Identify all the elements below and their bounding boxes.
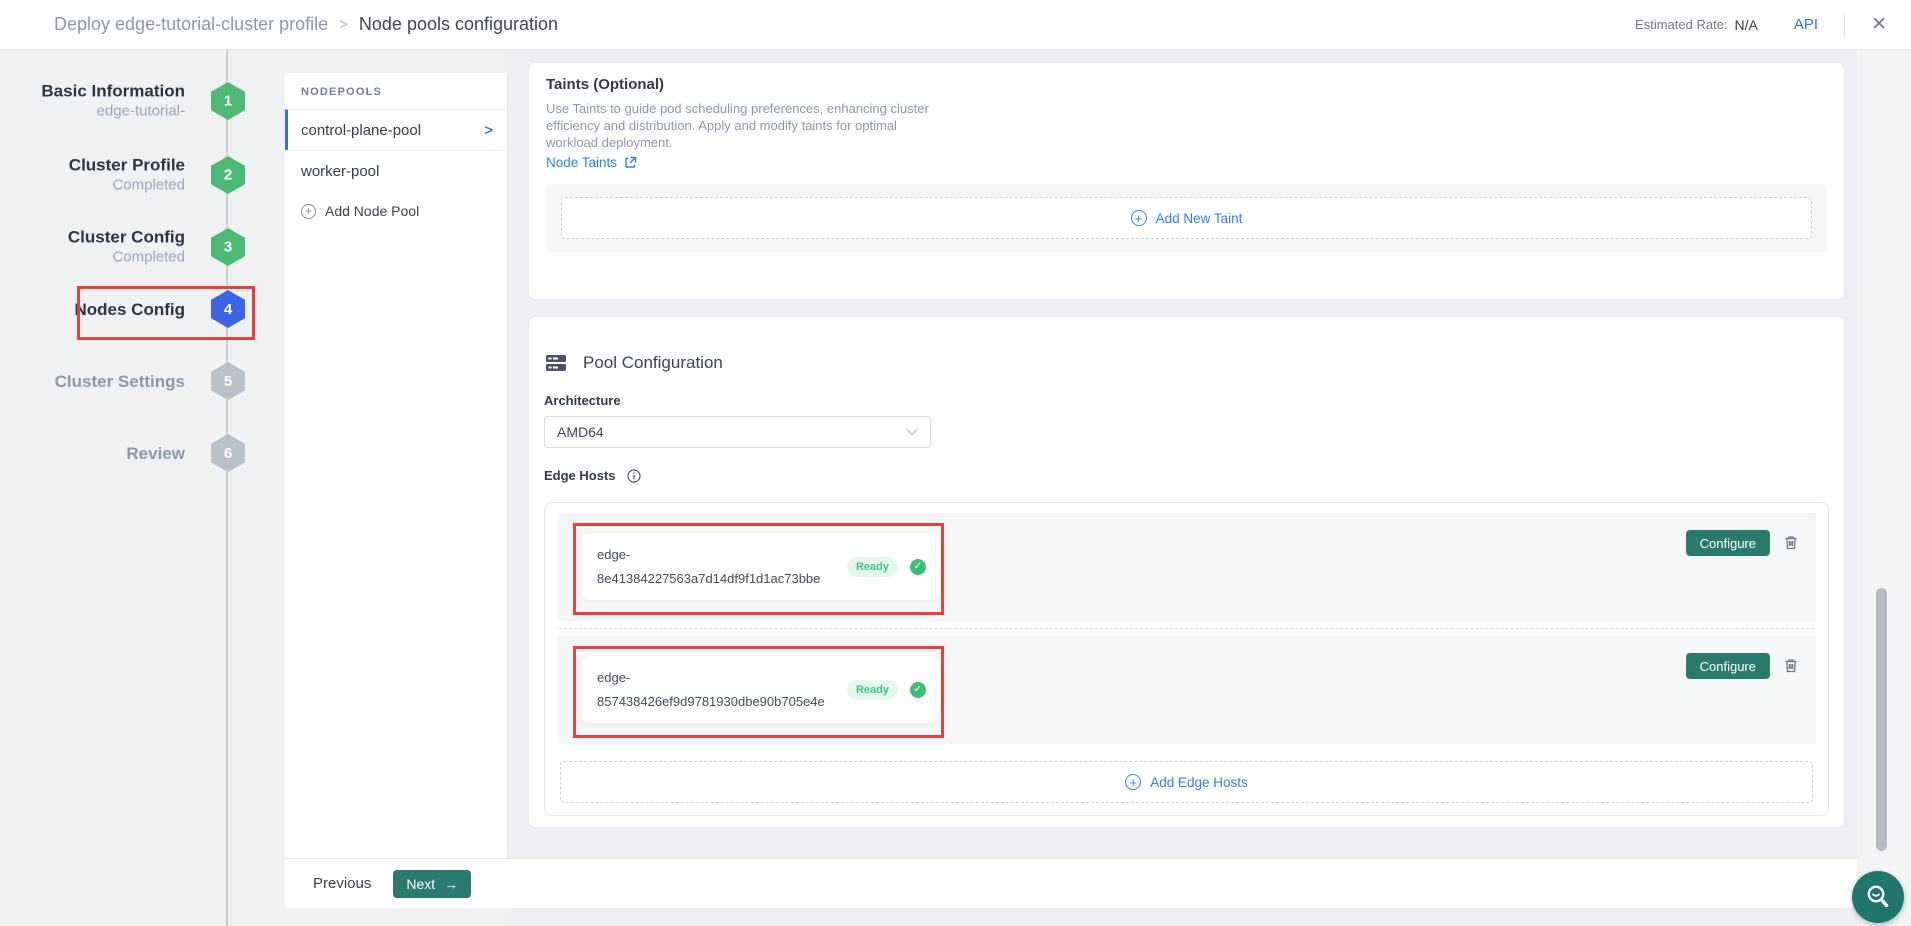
architecture-label: Architecture [544, 393, 1829, 408]
architecture-value: AMD64 [557, 424, 604, 440]
edge-host-row: edge- 857438426ef9d9781930dbe90b705e4e R… [557, 636, 1816, 744]
step-number-badge: 1 [211, 82, 245, 120]
nodepool-label: control-plane-pool [301, 122, 421, 139]
taints-card: Taints (Optional) Use Taints to guide po… [528, 62, 1845, 300]
edge-host-select[interactable]: edge- 857438426ef9d9781930dbe90b705e4e R… [581, 655, 940, 724]
estimated-rate-value: N/A [1735, 17, 1758, 33]
nodepools-panel: NODEPOOLS control-plane-pool > worker-po… [285, 73, 508, 858]
pool-configuration-card: Pool Configuration Architecture AMD64 Ed… [528, 316, 1845, 828]
configure-button[interactable]: Configure [1686, 530, 1770, 556]
status-badge: Ready [847, 557, 898, 577]
arrow-right-icon: → [444, 876, 458, 892]
step-title: Review [126, 443, 185, 464]
chevron-right-icon: > [484, 122, 493, 139]
node-taints-link[interactable]: Node Taints [546, 155, 637, 170]
wizard-stepper: Basic Information edge-tutorial- 1 Clust… [0, 50, 285, 926]
add-new-taint-label: Add New Taint [1156, 211, 1243, 226]
breadcrumb-profile[interactable]: Deploy edge-tutorial-cluster profile [54, 14, 328, 35]
host-row-divider [559, 628, 1814, 629]
step-title: Basic Information [41, 81, 185, 102]
breadcrumb-separator-icon: > [339, 16, 348, 33]
support-chat-button[interactable] [1852, 871, 1904, 923]
step-nodes-config[interactable]: Nodes Config 4 [75, 290, 246, 328]
magnifier-smile-icon [1863, 882, 1893, 912]
step-basic-information[interactable]: Basic Information edge-tutorial- 1 [41, 81, 245, 122]
trash-icon[interactable] [1784, 535, 1798, 550]
step-number-badge: 4 [211, 290, 245, 328]
step-number-badge: 6 [211, 434, 245, 472]
pool-configuration-header: Pool Configuration [544, 351, 1829, 375]
step-cluster-config[interactable]: Cluster Config Completed 3 [68, 227, 245, 268]
nodepool-item-worker-pool[interactable]: worker-pool [285, 150, 507, 191]
header-divider [1844, 12, 1845, 38]
architecture-select[interactable]: AMD64 [544, 416, 931, 448]
previous-button[interactable]: Previous [313, 875, 371, 892]
trash-icon[interactable] [1784, 658, 1798, 673]
edge-host-name: edge- 8e41384227563a7d14df9f1d1ac73bbe [597, 543, 820, 591]
estimated-rate-label: Estimated Rate: [1635, 17, 1728, 32]
add-edge-hosts-button[interactable]: + Add Edge Hosts [560, 761, 1813, 803]
edge-hosts-container: edge- 8e41384227563a7d14df9f1d1ac73bbe R… [544, 502, 1829, 816]
status-badge: Ready [847, 680, 898, 700]
nodepool-label: worker-pool [301, 163, 379, 180]
taints-empty-area: + Add New Taint [546, 184, 1827, 252]
close-icon[interactable]: ✕ [1871, 15, 1887, 34]
step-title: Cluster Settings [55, 371, 185, 392]
add-new-taint-button[interactable]: + Add New Taint [561, 197, 1812, 239]
pool-configuration-title: Pool Configuration [583, 353, 723, 373]
breadcrumb: Deploy edge-tutorial-cluster profile > N… [54, 14, 558, 35]
edge-host-row: edge- 8e41384227563a7d14df9f1d1ac73bbe R… [557, 513, 1816, 621]
external-link-icon [624, 156, 637, 169]
step-number-badge: 2 [211, 156, 245, 194]
edge-host-name: edge- 857438426ef9d9781930dbe90b705e4e [597, 666, 825, 714]
step-number-badge: 5 [211, 362, 245, 400]
vertical-scrollbar[interactable] [1876, 588, 1887, 851]
step-title: Cluster Config [68, 227, 185, 248]
annotation-box-edge-host-2: edge- 857438426ef9d9781930dbe90b705e4e R… [573, 646, 944, 738]
step-subtitle: Completed [69, 176, 185, 196]
add-node-pool-button[interactable]: + Add Node Pool [285, 191, 507, 231]
check-circle-icon: ✓ [910, 559, 926, 575]
next-button[interactable]: Next → [393, 870, 471, 898]
api-link[interactable]: API [1794, 16, 1818, 33]
configure-button[interactable]: Configure [1686, 653, 1770, 679]
server-icon [544, 351, 568, 375]
nodepools-heading: NODEPOOLS [285, 73, 507, 109]
step-title: Cluster Profile [69, 155, 185, 176]
plus-circle-icon: + [1131, 210, 1147, 226]
plus-circle-icon: + [1125, 774, 1141, 790]
step-number-badge: 3 [211, 228, 245, 266]
nodepool-item-control-plane-pool[interactable]: control-plane-pool > [285, 109, 507, 150]
header-right: Estimated Rate: N/A API ✕ [1635, 12, 1887, 38]
taints-title: Taints (Optional) [546, 76, 1827, 93]
step-cluster-settings[interactable]: Cluster Settings 5 [55, 362, 245, 400]
step-subtitle: edge-tutorial- [41, 102, 185, 122]
check-circle-icon: ✓ [910, 682, 926, 698]
step-review[interactable]: Review 6 [126, 434, 245, 472]
add-node-pool-label: Add Node Pool [325, 203, 419, 219]
taints-description: Use Taints to guide pod scheduling prefe… [546, 100, 1827, 151]
chevron-down-icon [906, 428, 918, 436]
annotation-box-edge-host-1: edge- 8e41384227563a7d14df9f1d1ac73bbe R… [573, 523, 944, 615]
page-title: Node pools configuration [359, 14, 558, 35]
edge-host-select[interactable]: edge- 8e41384227563a7d14df9f1d1ac73bbe R… [581, 532, 940, 601]
wizard-header: Deploy edge-tutorial-cluster profile > N… [0, 0, 1911, 50]
edge-hosts-label-row: Edge Hosts [544, 468, 1829, 483]
step-cluster-profile[interactable]: Cluster Profile Completed 2 [69, 155, 245, 196]
info-icon[interactable] [627, 469, 641, 483]
add-edge-hosts-label: Add Edge Hosts [1150, 775, 1248, 790]
step-title: Nodes Config [75, 299, 186, 320]
deploy-cluster-wizard: Deploy edge-tutorial-cluster profile > N… [0, 0, 1911, 926]
plus-circle-icon: + [301, 204, 316, 219]
step-subtitle: Completed [68, 248, 185, 268]
edge-hosts-label: Edge Hosts [544, 468, 616, 483]
wizard-footer: Previous Next → [285, 858, 1857, 908]
